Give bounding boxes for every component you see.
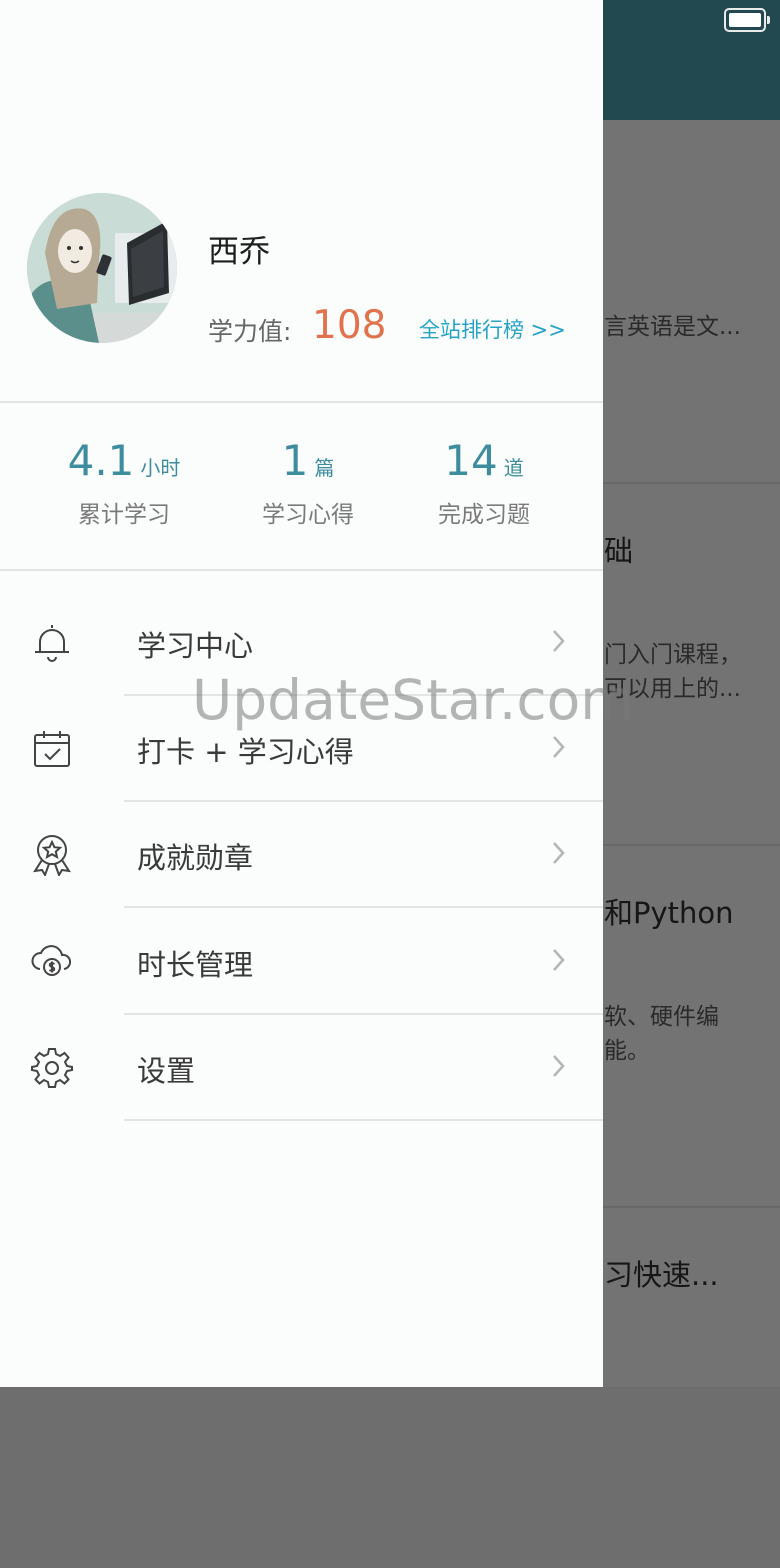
menu-item-time-management[interactable]: 时长管理 — [0, 909, 603, 1015]
background-card-desc: 门入门课程， — [604, 642, 742, 668]
score-value: 108 — [312, 303, 387, 348]
stat-unit: 道 — [503, 456, 524, 480]
background-card-desc: 能。 — [604, 1038, 650, 1064]
stat-exercises: 14 道 完成习题 — [394, 436, 574, 529]
stat-label: 完成习题 — [438, 502, 530, 528]
menu-item-label: 学习中心 — [137, 629, 254, 663]
medal-icon — [32, 835, 72, 876]
bell-icon — [35, 625, 69, 662]
background-card-desc: 软、硬件编 — [604, 1004, 719, 1030]
chevron-right-icon — [553, 842, 565, 864]
chevron-right-icon — [553, 736, 565, 758]
menu-item-label: 时长管理 — [137, 948, 254, 982]
menu-separator — [124, 1119, 603, 1121]
stat-value: 1 — [281, 436, 309, 485]
stat-label: 学习心得 — [262, 502, 354, 528]
chevron-right-icon — [553, 949, 565, 971]
stat-value: 14 — [444, 436, 498, 485]
stat-value: 4.1 — [67, 436, 135, 485]
background-card-title: 和Python — [604, 896, 734, 930]
menu-item-label: 打卡 + 学习心得 — [137, 735, 354, 769]
divider — [0, 569, 603, 571]
background-card-desc: 言英语是文... — [604, 314, 741, 340]
cloud-coin-icon — [31, 945, 72, 976]
calendar-check-icon — [34, 731, 70, 767]
avatar[interactable] — [27, 193, 177, 343]
menu-item-achievements[interactable]: 成就勋章 — [0, 802, 603, 908]
stat-notes: 1篇 学习心得 — [218, 436, 398, 529]
leaderboard-link[interactable]: 全站排行榜 >> — [419, 314, 566, 344]
chevron-right-icon — [553, 630, 565, 652]
background-card-title: 础 — [604, 534, 634, 568]
menu-item-settings[interactable]: 设置 — [0, 1015, 603, 1121]
battery-icon — [724, 8, 770, 32]
menu-item-label: 设置 — [137, 1054, 196, 1088]
divider — [0, 401, 603, 403]
watermark: UpdateStar.com — [192, 668, 634, 732]
background-card-title: 习快速... — [604, 1258, 719, 1292]
gear-icon — [31, 1048, 73, 1088]
score-label: 学力值: — [208, 317, 292, 346]
menu-separator — [124, 906, 603, 908]
menu-item-label: 成就勋章 — [137, 841, 254, 875]
stat-unit: 小时 — [140, 456, 181, 480]
stat-label: 累计学习 — [78, 502, 170, 528]
chevron-right-icon — [553, 1055, 565, 1077]
user-name: 西乔 — [208, 234, 270, 270]
stat-unit: 篇 — [314, 456, 335, 480]
stat-study-hours: 4.1 小时 累计学习 — [34, 436, 214, 529]
